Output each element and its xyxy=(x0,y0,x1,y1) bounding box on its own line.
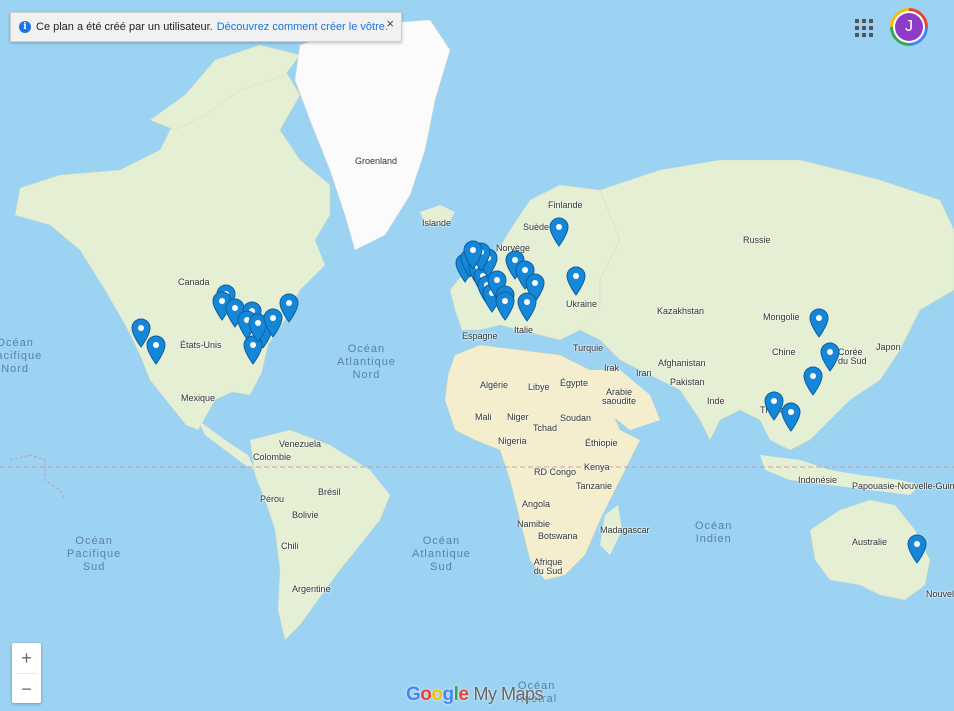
ocean-label-south-pacific: Océan Pacifique Sud xyxy=(67,535,122,573)
map-pin-marker[interactable] xyxy=(145,335,167,365)
place-label: Algérie xyxy=(480,380,509,390)
place-label: Iran xyxy=(636,368,652,378)
create-your-own-link[interactable]: Découvrez comment créer le vôtre. xyxy=(217,21,388,33)
zoom-out-button[interactable]: − xyxy=(12,674,41,704)
map-pin-marker[interactable] xyxy=(808,308,830,338)
map-pin-marker[interactable] xyxy=(462,240,484,270)
place-label: Nigeria xyxy=(498,436,527,446)
place-label: Colombie xyxy=(253,452,292,462)
place-label: Namibie xyxy=(517,519,551,529)
ocean-label-north-atlantic: Océan Atlantique Nord xyxy=(337,343,396,381)
place-label: Soudan xyxy=(560,413,592,423)
place-label: Brésil xyxy=(318,487,341,497)
map-pin-marker[interactable] xyxy=(565,266,587,296)
map-pin-marker[interactable] xyxy=(780,402,802,432)
map-pin-marker[interactable] xyxy=(906,534,928,564)
place-label: États-Unis xyxy=(180,340,222,350)
ocean-label-south-atlantic: Océan Atlantique Sud xyxy=(412,535,471,573)
place-label: Pérou xyxy=(260,494,285,504)
google-wordmark: Google xyxy=(406,684,469,705)
map-pin-marker[interactable] xyxy=(516,292,538,322)
place-label: Tanzanie xyxy=(576,481,613,491)
place-label: Libye xyxy=(528,382,550,392)
place-label: Canada xyxy=(178,277,210,287)
avatar-initial: J xyxy=(895,13,923,41)
place-label: Turquie xyxy=(573,343,604,353)
place-label: Argentine xyxy=(292,584,331,594)
place-label: Chine xyxy=(772,347,796,357)
map-pin-marker[interactable] xyxy=(802,366,824,396)
place-label: Tchad xyxy=(533,423,558,433)
place-label: Angola xyxy=(522,499,551,509)
place-label: RD Congo xyxy=(534,467,577,477)
world-map[interactable] xyxy=(0,0,954,711)
place-label: Russie xyxy=(743,235,771,245)
place-label: Afrique du Sud xyxy=(533,557,563,576)
place-label: Suède xyxy=(523,222,550,232)
place-label: Papouasie-Nouvelle-Guinée xyxy=(852,481,954,491)
zoom-in-button[interactable]: + xyxy=(12,643,41,673)
place-label: Nouvelle xyxy=(926,589,954,599)
info-icon: i xyxy=(19,21,31,33)
place-label: Ukraine xyxy=(566,299,598,309)
ocean-label-north-pacific: OcéanPacifiqueNord xyxy=(0,337,43,375)
place-label: Mali xyxy=(475,412,492,422)
place-label: Afghanistan xyxy=(658,358,706,368)
place-label: Corée du Sud xyxy=(838,347,867,366)
place-label: Venezuela xyxy=(279,439,322,449)
google-my-maps-logo: Google My Maps xyxy=(406,684,543,706)
place-label: Bolivie xyxy=(292,510,319,520)
place-label: Australie xyxy=(852,537,888,547)
user-created-notice: i Ce plan a été créé par un utilisateur.… xyxy=(10,12,402,42)
place-label: Inde xyxy=(707,396,725,406)
place-label: Pakistan xyxy=(670,377,705,387)
place-label: Arabie saoudite xyxy=(601,387,637,406)
place-label: Irak xyxy=(604,363,620,373)
place-label: Éthiopie xyxy=(585,438,618,448)
my-maps-wordmark: My Maps xyxy=(473,684,543,704)
place-label: Groenland xyxy=(355,156,398,166)
close-icon[interactable]: × xyxy=(386,16,394,31)
place-label: Indonésie xyxy=(798,475,838,485)
place-label: Égypte xyxy=(560,378,589,388)
place-label: Japon xyxy=(876,342,901,352)
place-label: Niger xyxy=(507,412,529,422)
place-label: Botswana xyxy=(538,531,578,541)
place-label: Islande xyxy=(422,218,452,228)
notice-text: Ce plan a été créé par un utilisateur. xyxy=(36,21,213,33)
ocean-label-indian: Océan Indien xyxy=(695,520,733,545)
zoom-controls: + − xyxy=(12,643,41,703)
apps-grid-icon[interactable] xyxy=(855,19,873,37)
place-label: Kazakhstan xyxy=(657,306,705,316)
place-label: Madagascar xyxy=(600,525,650,535)
map-pin-marker[interactable] xyxy=(494,291,516,321)
place-label: Chili xyxy=(281,541,299,551)
account-avatar[interactable]: J xyxy=(890,8,928,46)
place-label: Espagne xyxy=(462,331,498,341)
place-label: Italie xyxy=(514,325,534,335)
place-label: Mexique xyxy=(181,393,216,403)
map-pin-marker[interactable] xyxy=(278,293,300,323)
place-label: Mongolie xyxy=(763,312,800,322)
map-pin-marker[interactable] xyxy=(548,217,570,247)
place-label: Kenya xyxy=(584,462,610,472)
place-label: Finlande xyxy=(548,200,583,210)
